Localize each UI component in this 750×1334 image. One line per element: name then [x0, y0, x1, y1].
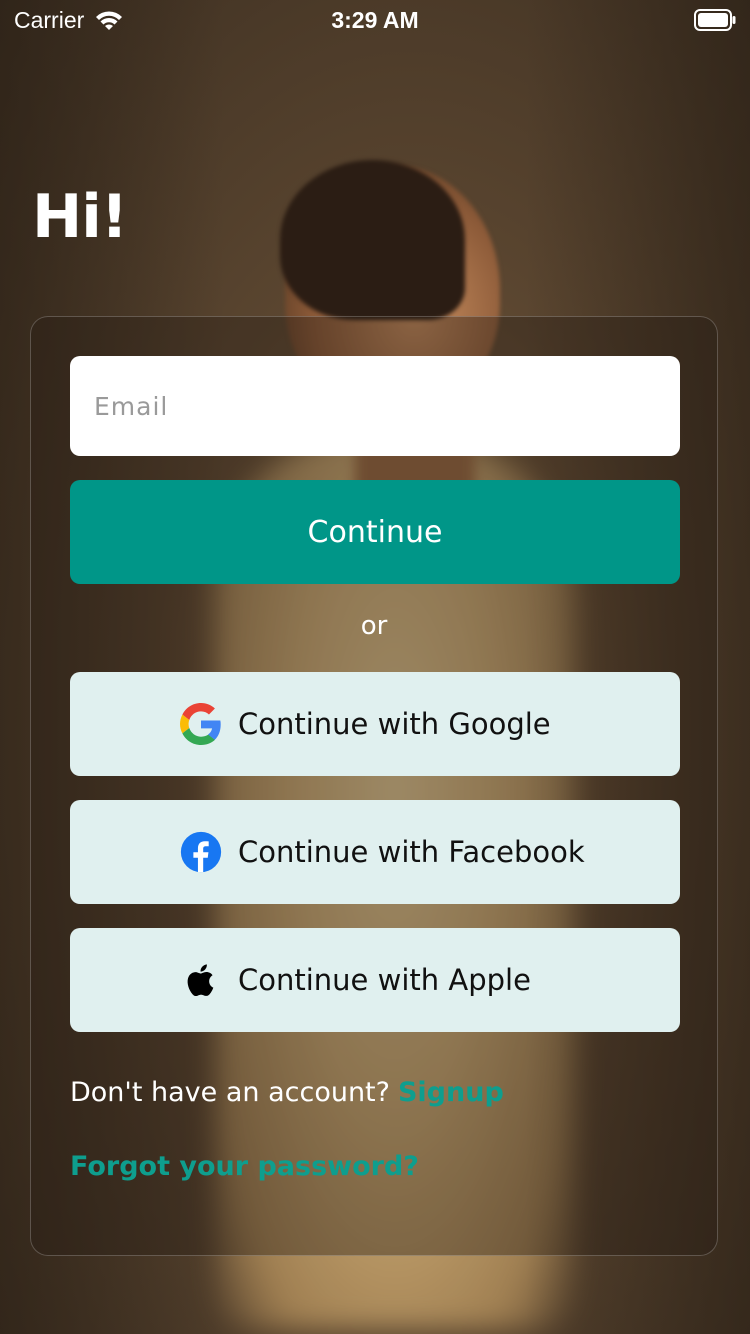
login-card: Continue or Continue with Google Continu…	[30, 316, 718, 1256]
status-time: 3:29 AM	[331, 7, 419, 33]
google-icon	[180, 703, 221, 745]
or-divider: or	[360, 611, 388, 641]
continue-with-google-button[interactable]: Continue with Google	[70, 672, 680, 776]
forgot-password-link[interactable]: Forgot your password?	[70, 1151, 419, 1182]
status-bar: Carrier 3:29 AM	[0, 0, 750, 40]
facebook-button-label: Continue with Facebook	[238, 835, 585, 869]
apple-button-label: Continue with Apple	[238, 963, 531, 997]
facebook-icon	[180, 831, 222, 873]
continue-button[interactable]: Continue	[70, 480, 680, 584]
login-screen: Carrier 3:29 AM Hi! Continue or	[0, 0, 750, 1334]
continue-with-facebook-button[interactable]: Continue with Facebook	[70, 800, 680, 904]
signup-row: Don't have an account? Signup	[70, 1077, 504, 1108]
apple-icon	[187, 964, 214, 997]
google-button-label: Continue with Google	[238, 707, 551, 741]
page-title: Hi!	[32, 182, 128, 252]
signup-link[interactable]: Signup	[398, 1077, 504, 1108]
email-field[interactable]	[70, 356, 680, 456]
continue-with-apple-button[interactable]: Continue with Apple	[70, 928, 680, 1032]
no-account-text: Don't have an account?	[70, 1077, 390, 1108]
battery-icon	[694, 9, 736, 31]
